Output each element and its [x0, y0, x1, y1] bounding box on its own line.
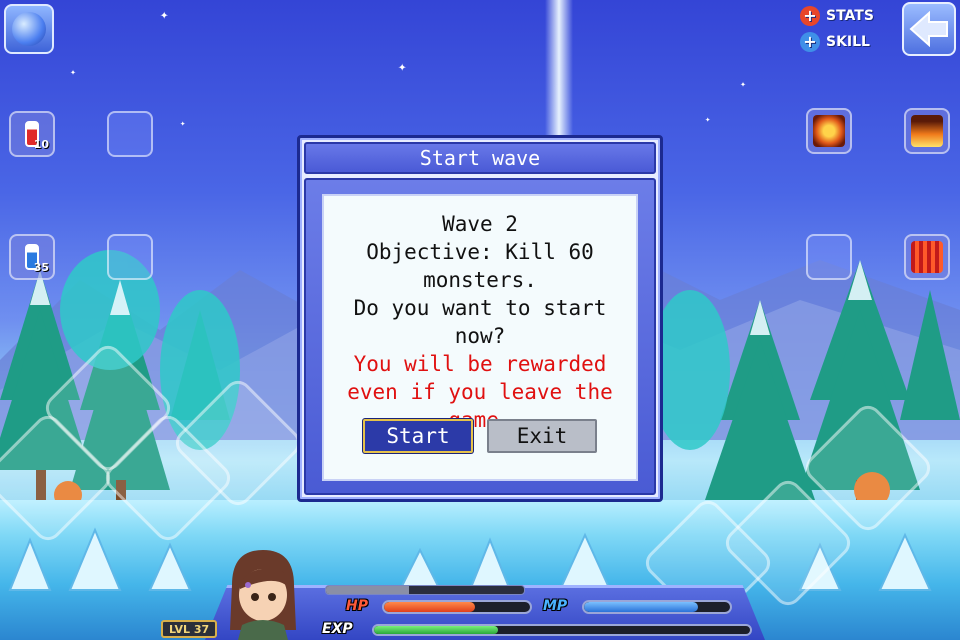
top-gauge	[325, 585, 525, 595]
mp-bar	[582, 600, 732, 614]
dialog-text-line: Objective: Kill 60	[366, 240, 594, 264]
shield-skill-icon	[813, 115, 845, 147]
star-sparkle: ✦	[70, 67, 77, 78]
star-sparkle: ✦	[180, 119, 186, 129]
stats-label: STATS	[826, 8, 874, 24]
stats-button[interactable]: + STATS	[800, 6, 874, 26]
potion-count: 10	[33, 138, 49, 151]
exit-button[interactable]: Exit	[487, 419, 597, 453]
level-badge: LVL 37	[161, 620, 218, 638]
potion-count: 35	[33, 261, 49, 274]
star-sparkle: ✦	[705, 115, 711, 125]
plus-icon: +	[800, 32, 820, 52]
empty-slot[interactable]	[107, 234, 153, 280]
fire-wall-skill-icon	[911, 241, 943, 273]
mp-label: MP	[543, 598, 568, 614]
back-arrow-icon	[909, 11, 948, 47]
dialog-body: Wave 2 Objective: Kill 60 monsters. Do y…	[322, 194, 638, 481]
player-portrait	[230, 550, 296, 640]
exp-bar	[372, 624, 752, 636]
dialog-title-bar: Start wave	[304, 142, 656, 174]
light-beam	[545, 0, 573, 140]
skill-button[interactable]: + SKILL	[800, 32, 870, 52]
dialog-text-line: Wave 2	[442, 212, 518, 236]
empty-slot[interactable]	[806, 234, 852, 280]
plus-icon: +	[800, 6, 820, 26]
dialog-warning-line: even if you leave the	[347, 380, 613, 404]
red-potion-icon: 10	[25, 121, 49, 151]
blue-potion-icon: 35	[25, 244, 49, 274]
exp-fill	[374, 626, 499, 634]
dialog-text-line: Do you want to start	[353, 296, 607, 320]
skill-label: SKILL	[826, 34, 870, 50]
skill-slot-shield[interactable]	[806, 108, 852, 154]
empty-slot[interactable]	[107, 111, 153, 157]
hp-label: HP	[346, 598, 368, 614]
potion-slot-red[interactable]: 10	[9, 111, 55, 157]
start-button[interactable]: Start	[363, 419, 473, 453]
dialog-warning-line: You will be rewarded	[353, 352, 607, 376]
dialog-frame: Wave 2 Objective: Kill 60 monsters. Do y…	[304, 178, 656, 495]
skill-slot-flame[interactable]	[904, 108, 950, 154]
back-button[interactable]	[902, 2, 956, 56]
mp-fill	[584, 602, 698, 612]
gauge-fill	[326, 586, 410, 594]
dialog-text-line: monsters.	[423, 268, 537, 292]
hp-fill	[384, 602, 475, 612]
star-sparkle: ✦	[740, 79, 747, 90]
hp-bar	[382, 600, 532, 614]
dialog-text-line: now?	[454, 324, 506, 348]
potion-slot-blue[interactable]: 35	[9, 234, 55, 280]
menu-orb-button[interactable]	[4, 4, 54, 54]
start-wave-dialog: Start wave Wave 2 Objective: Kill 60 mon…	[297, 135, 663, 502]
skill-slot-firewall[interactable]	[904, 234, 950, 280]
star-sparkle: ✦	[398, 59, 407, 75]
dialog-button-row: Start Exit	[324, 419, 636, 453]
star-sparkle: ✦	[160, 7, 169, 23]
flame-skill-icon	[911, 115, 943, 147]
orb-icon	[12, 12, 46, 46]
exp-label: EXP	[322, 621, 353, 637]
dialog-title: Start wave	[419, 146, 541, 170]
